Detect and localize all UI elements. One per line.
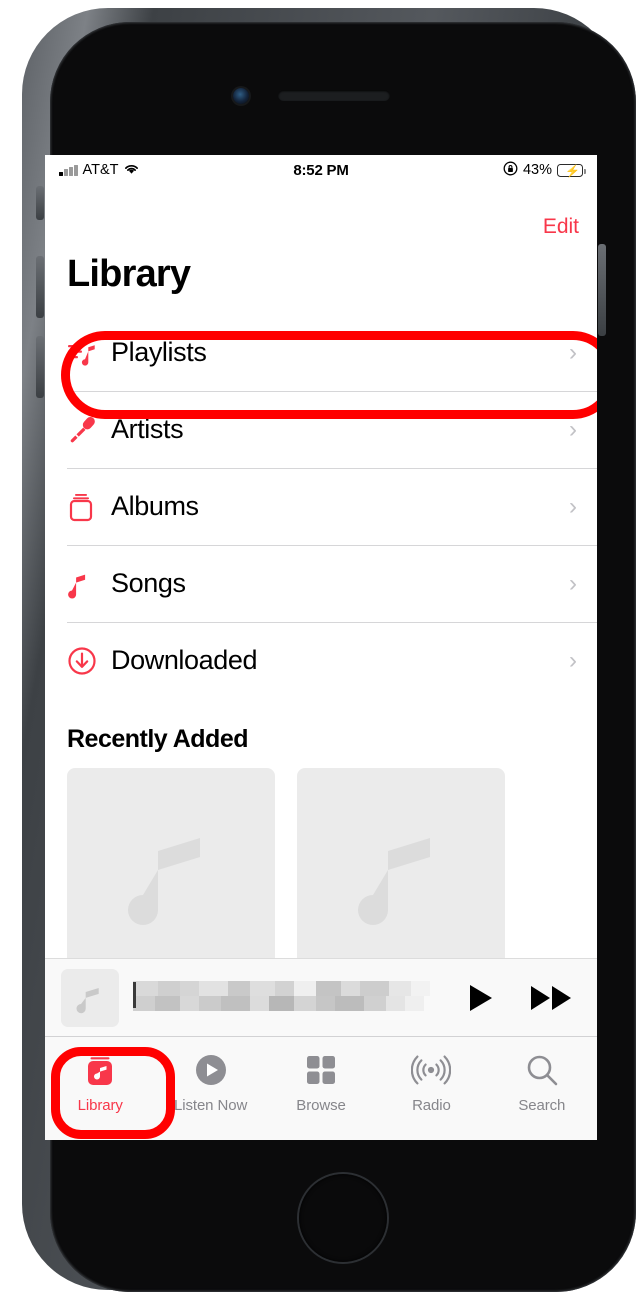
earpiece-speaker: [278, 90, 390, 101]
microphone-icon: [67, 415, 111, 445]
chevron-right-icon: ›: [569, 492, 577, 520]
status-bar: AT&T 8:52 PM 43% ⚡: [45, 155, 597, 185]
library-row-downloaded[interactable]: Downloaded ›: [45, 622, 597, 699]
blurred-title-line: [133, 980, 449, 996]
album-tile[interactable]: [297, 768, 505, 976]
music-note-icon: [67, 569, 111, 599]
search-icon: [525, 1049, 559, 1091]
library-row-label: Downloaded: [111, 645, 258, 675]
charging-bolt-icon: ⚡: [565, 163, 580, 178]
wifi-icon: [123, 162, 140, 179]
chevron-right-icon: ›: [569, 415, 577, 443]
library-row-playlists[interactable]: Playlists ›: [45, 314, 597, 391]
grid-icon: [305, 1049, 337, 1091]
library-row-artists[interactable]: Artists ›: [45, 391, 597, 468]
tab-listen-now[interactable]: Listen Now: [155, 1049, 265, 1114]
status-bar-clock: 8:52 PM: [293, 161, 349, 179]
play-button[interactable]: [463, 981, 497, 1015]
library-row-label: Artists: [111, 414, 184, 444]
volume-up-button[interactable]: [36, 256, 44, 318]
tab-label: Library: [77, 1097, 123, 1114]
battery-percent-label: 43%: [522, 162, 553, 178]
music-library-icon: [84, 1049, 116, 1091]
broadcast-icon: [411, 1049, 452, 1091]
mini-player-artwork[interactable]: [61, 968, 119, 1027]
recently-added-header: Recently Added: [67, 725, 249, 753]
library-row-songs[interactable]: Songs ›: [45, 545, 597, 622]
chevron-right-icon: ›: [569, 338, 577, 366]
music-note-placeholder-icon: [358, 838, 430, 925]
library-row-albums[interactable]: Albums ›: [45, 468, 597, 545]
mini-player-title: [133, 980, 449, 1015]
tab-label: Listen Now: [174, 1097, 248, 1114]
library-row-label: Songs: [111, 568, 186, 598]
edit-button[interactable]: Edit: [543, 215, 579, 239]
mini-player[interactable]: [45, 958, 597, 1036]
navigation-bar: Edit: [45, 185, 597, 241]
album-tile[interactable]: [67, 768, 275, 976]
fast-forward-icon: [531, 985, 571, 1010]
library-row-label: Albums: [111, 491, 199, 521]
tab-bar: Library Listen Now Browse Radio Search: [45, 1036, 597, 1140]
tab-label: Radio: [412, 1097, 451, 1114]
volume-down-button[interactable]: [36, 336, 44, 398]
cellular-bars-icon: [59, 164, 78, 176]
rotation-lock-icon: [503, 161, 518, 179]
carrier-label: AT&T: [82, 162, 119, 178]
music-note-artwork-icon: [76, 987, 99, 1013]
music-note-placeholder-icon: [128, 838, 200, 925]
blurred-title-line: [133, 995, 449, 1011]
text-caret: [133, 981, 136, 1008]
tab-browse[interactable]: Browse: [266, 1049, 376, 1114]
power-button[interactable]: [598, 244, 606, 336]
library-row-label: Playlists: [111, 337, 207, 367]
albums-icon: [67, 492, 111, 522]
front-camera: [233, 88, 249, 104]
download-circle-icon: [67, 646, 111, 676]
chevron-right-icon: ›: [569, 569, 577, 597]
play-circle-icon: [194, 1049, 228, 1091]
play-icon: [470, 984, 492, 1011]
battery-icon: ⚡: [557, 163, 587, 178]
library-list: Playlists › Artists › Albums › Songs › D…: [45, 314, 597, 699]
fast-forward-button[interactable]: [529, 981, 575, 1015]
page-title: Library: [67, 253, 191, 295]
phone-screen: AT&T 8:52 PM 43% ⚡ Edit Library Playlist…: [45, 155, 597, 1140]
tab-label: Browse: [296, 1097, 346, 1114]
tab-radio[interactable]: Radio: [376, 1049, 486, 1114]
status-bar-left: AT&T: [59, 162, 293, 179]
playlist-icon: [67, 339, 111, 367]
tab-label: Search: [518, 1097, 566, 1114]
home-button[interactable]: [299, 1174, 387, 1262]
recently-added-grid: [45, 768, 597, 976]
tab-search[interactable]: Search: [487, 1049, 597, 1114]
tab-library[interactable]: Library: [45, 1049, 155, 1114]
silent-switch[interactable]: [36, 186, 44, 220]
chevron-right-icon: ›: [569, 646, 577, 674]
status-bar-right: 43% ⚡: [349, 161, 587, 179]
